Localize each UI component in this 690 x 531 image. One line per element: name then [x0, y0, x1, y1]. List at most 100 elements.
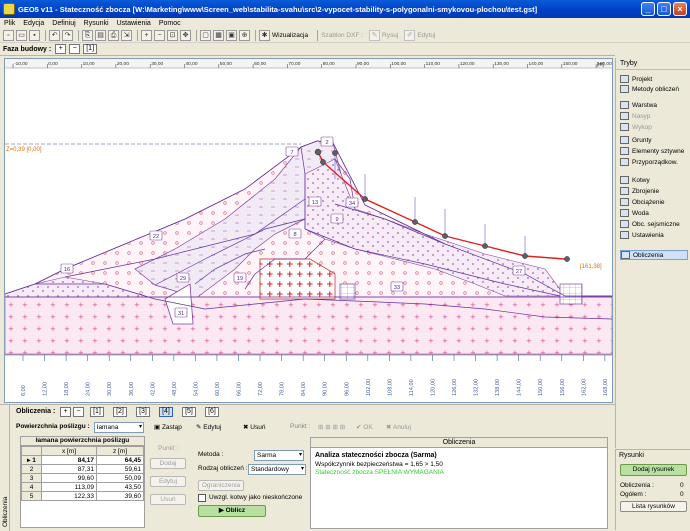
top-ruler-tick-label: 140,00: [529, 61, 544, 67]
add-phase-button[interactable]: +: [55, 44, 67, 54]
menu-rysunki[interactable]: Rysunki: [84, 20, 109, 27]
calc-tab[interactable]: [1]: [90, 407, 104, 417]
close-button[interactable]: ×: [673, 2, 687, 16]
menu-edycja[interactable]: Edycja: [23, 20, 44, 27]
mode-item-kotwy[interactable]: Kotwy: [620, 175, 688, 185]
calc-tab[interactable]: [2]: [113, 407, 127, 417]
print-icon[interactable]: ⎙: [108, 30, 119, 41]
add-calculation-button[interactable]: +: [60, 407, 71, 417]
anchors-checkbox[interactable]: [198, 494, 206, 502]
delete-surface-label: Usuń: [250, 424, 266, 431]
maximize-button[interactable]: □: [657, 2, 671, 16]
mode-item-warstwa[interactable]: Warstwa: [620, 100, 688, 110]
zoom-fit-icon[interactable]: ⊕: [239, 30, 250, 41]
mode-item-nasyp[interactable]: Nasyp: [620, 111, 688, 121]
add-drawing-button[interactable]: Dodaj rysunek: [620, 464, 687, 476]
mode-item-zbrojenie[interactable]: Zbrojenie: [620, 186, 688, 196]
mode-item-wykop[interactable]: Wykop: [620, 122, 688, 132]
delete-point-button[interactable]: Usuń: [150, 494, 186, 505]
mode-item-metody[interactable]: Metody obliczeń: [620, 84, 688, 94]
region-label: 9: [335, 217, 338, 223]
visualization-icon[interactable]: ✱: [259, 30, 270, 41]
surface-label: Powierzchnia poślizgu :: [16, 423, 90, 430]
table-row[interactable]: ▸ 1 84,17 64,45: [21, 455, 145, 465]
frame-icon[interactable]: ▣: [226, 30, 237, 41]
undo-icon[interactable]: ↶: [49, 30, 60, 41]
new-file-icon[interactable]: ▫: [3, 30, 14, 41]
top-ruler-tick-label: 130,00: [494, 61, 509, 67]
mode-item-label: Obc. sejsmiczne: [632, 220, 680, 228]
calc-tab[interactable]: [3]: [136, 407, 150, 417]
calculation-side-tab[interactable]: Obliczenia: [0, 405, 10, 531]
bottom-ruler-tick-label: 12,00: [43, 382, 49, 396]
menu-pomoc[interactable]: Pomoc: [159, 20, 181, 27]
constraints-button[interactable]: Ograniczenia: [198, 480, 244, 491]
redo-icon[interactable]: ↷: [62, 30, 73, 41]
table-cell-z: 64,45: [95, 455, 145, 465]
zoom-window-icon[interactable]: ⊡: [167, 30, 178, 41]
mode-item-obliczenia[interactable]: Obliczenia: [620, 250, 688, 260]
mode-item-projekt[interactable]: Projekt: [620, 74, 688, 84]
edit-surface-button[interactable]: ✎ Edytuj: [196, 423, 221, 431]
slope-drawing[interactable]: + +: [5, 59, 612, 402]
paste-icon[interactable]: ▤: [95, 30, 106, 41]
open-file-icon[interactable]: ▭: [16, 30, 27, 41]
mode-item-woda[interactable]: Woda: [620, 208, 688, 218]
cancel-button[interactable]: ✖ Anuluj: [386, 423, 411, 431]
delete-surface-button[interactable]: ✖ Usuń: [243, 423, 265, 431]
mode-item-obc-sejsmiczne[interactable]: Obc. sejsmiczne: [620, 219, 688, 229]
dxf-draw-button[interactable]: Rysuj: [382, 32, 398, 39]
menu-ustawienia[interactable]: Ustawienia: [117, 20, 151, 27]
move-icon[interactable]: ✥: [180, 30, 191, 41]
dxf-template-label: Szablon DXF :: [321, 32, 364, 39]
remove-calculation-button[interactable]: −: [73, 407, 84, 417]
calculate-button[interactable]: ▶ Oblicz: [198, 505, 266, 517]
surface-select[interactable]: łamana: [94, 422, 144, 433]
export-icon[interactable]: ⇲: [121, 30, 132, 41]
top-ruler-tick-label: 90,00: [357, 61, 369, 67]
mode-item-ustawienia[interactable]: Ustawienia: [620, 230, 688, 240]
table-row[interactable]: 5 122,33 39,60: [21, 491, 145, 501]
calc-tab[interactable]: [6]: [205, 407, 219, 417]
mode-item-label: Woda: [632, 209, 649, 217]
dxf-edit-button[interactable]: Edytuj: [417, 32, 435, 39]
edit-point-button[interactable]: Edytuj: [150, 476, 186, 487]
method-select[interactable]: Sarma: [254, 450, 304, 461]
minimize-button[interactable]: _: [641, 2, 655, 16]
remove-phase-button[interactable]: −: [69, 44, 81, 54]
table-row[interactable]: 2 87,31 59,61: [21, 464, 145, 474]
point-nav-icons[interactable]: ⊞ ⊞ ⊞ ⊞: [318, 423, 345, 431]
visualization-button[interactable]: Wizualizacja: [272, 32, 308, 39]
calc-tab[interactable]: [5]: [182, 407, 196, 417]
menu-definiuj[interactable]: Definiuj: [52, 20, 75, 27]
ok-button[interactable]: ✔ OK: [356, 423, 373, 431]
drawings-list-button[interactable]: Lista rysunków: [620, 501, 687, 512]
drawing-canvas[interactable]: + +: [4, 58, 613, 403]
grid-icon[interactable]: ▦: [213, 30, 224, 41]
modes-title: Tryby: [616, 58, 690, 70]
copy-icon[interactable]: ⎘: [82, 30, 93, 41]
points-table-frame: łamana powierzchnia poślizgu x [m] z [m]…: [20, 436, 145, 528]
replace-button[interactable]: ▣ Zastąp: [154, 423, 182, 431]
save-icon[interactable]: ▪: [29, 30, 40, 41]
mode-item-grunty[interactable]: Grunty: [620, 135, 688, 145]
phase-tab-1[interactable]: [1]: [83, 44, 98, 54]
mode-item-obciazenie[interactable]: Obciążenie: [620, 197, 688, 207]
menu-plik[interactable]: Plik: [4, 20, 15, 27]
add-point-button[interactable]: Dodaj: [150, 458, 186, 469]
bottom-ruler-tick-label: 144,00: [517, 379, 523, 396]
calc-tab[interactable]: [4]: [159, 407, 173, 417]
calc-type-select[interactable]: Standardowy: [248, 464, 306, 475]
zoom-in-icon[interactable]: +: [141, 30, 152, 41]
table-row[interactable]: 3 99,60 50,09: [21, 473, 145, 483]
zoom-all-icon[interactable]: ▢: [200, 30, 211, 41]
bottom-ruler-tick-label: 42,00: [150, 382, 156, 396]
points-table[interactable]: x [m] z [m] ▸ 1 84,17 64,45 2 87,31 59,61 3 99,…: [21, 446, 145, 501]
kotwy-icon: [620, 176, 629, 184]
mode-item-przyporzadkow[interactable]: Przyporządkow.: [620, 157, 688, 167]
mode-item-elementy[interactable]: Elementy sztywne: [620, 146, 688, 156]
table-row[interactable]: 4 113,09 43,50: [21, 482, 145, 492]
col-z-header: z [m]: [95, 446, 145, 456]
zoom-out-icon[interactable]: −: [154, 30, 165, 41]
top-ruler-tick-label: 120,00: [460, 61, 475, 67]
